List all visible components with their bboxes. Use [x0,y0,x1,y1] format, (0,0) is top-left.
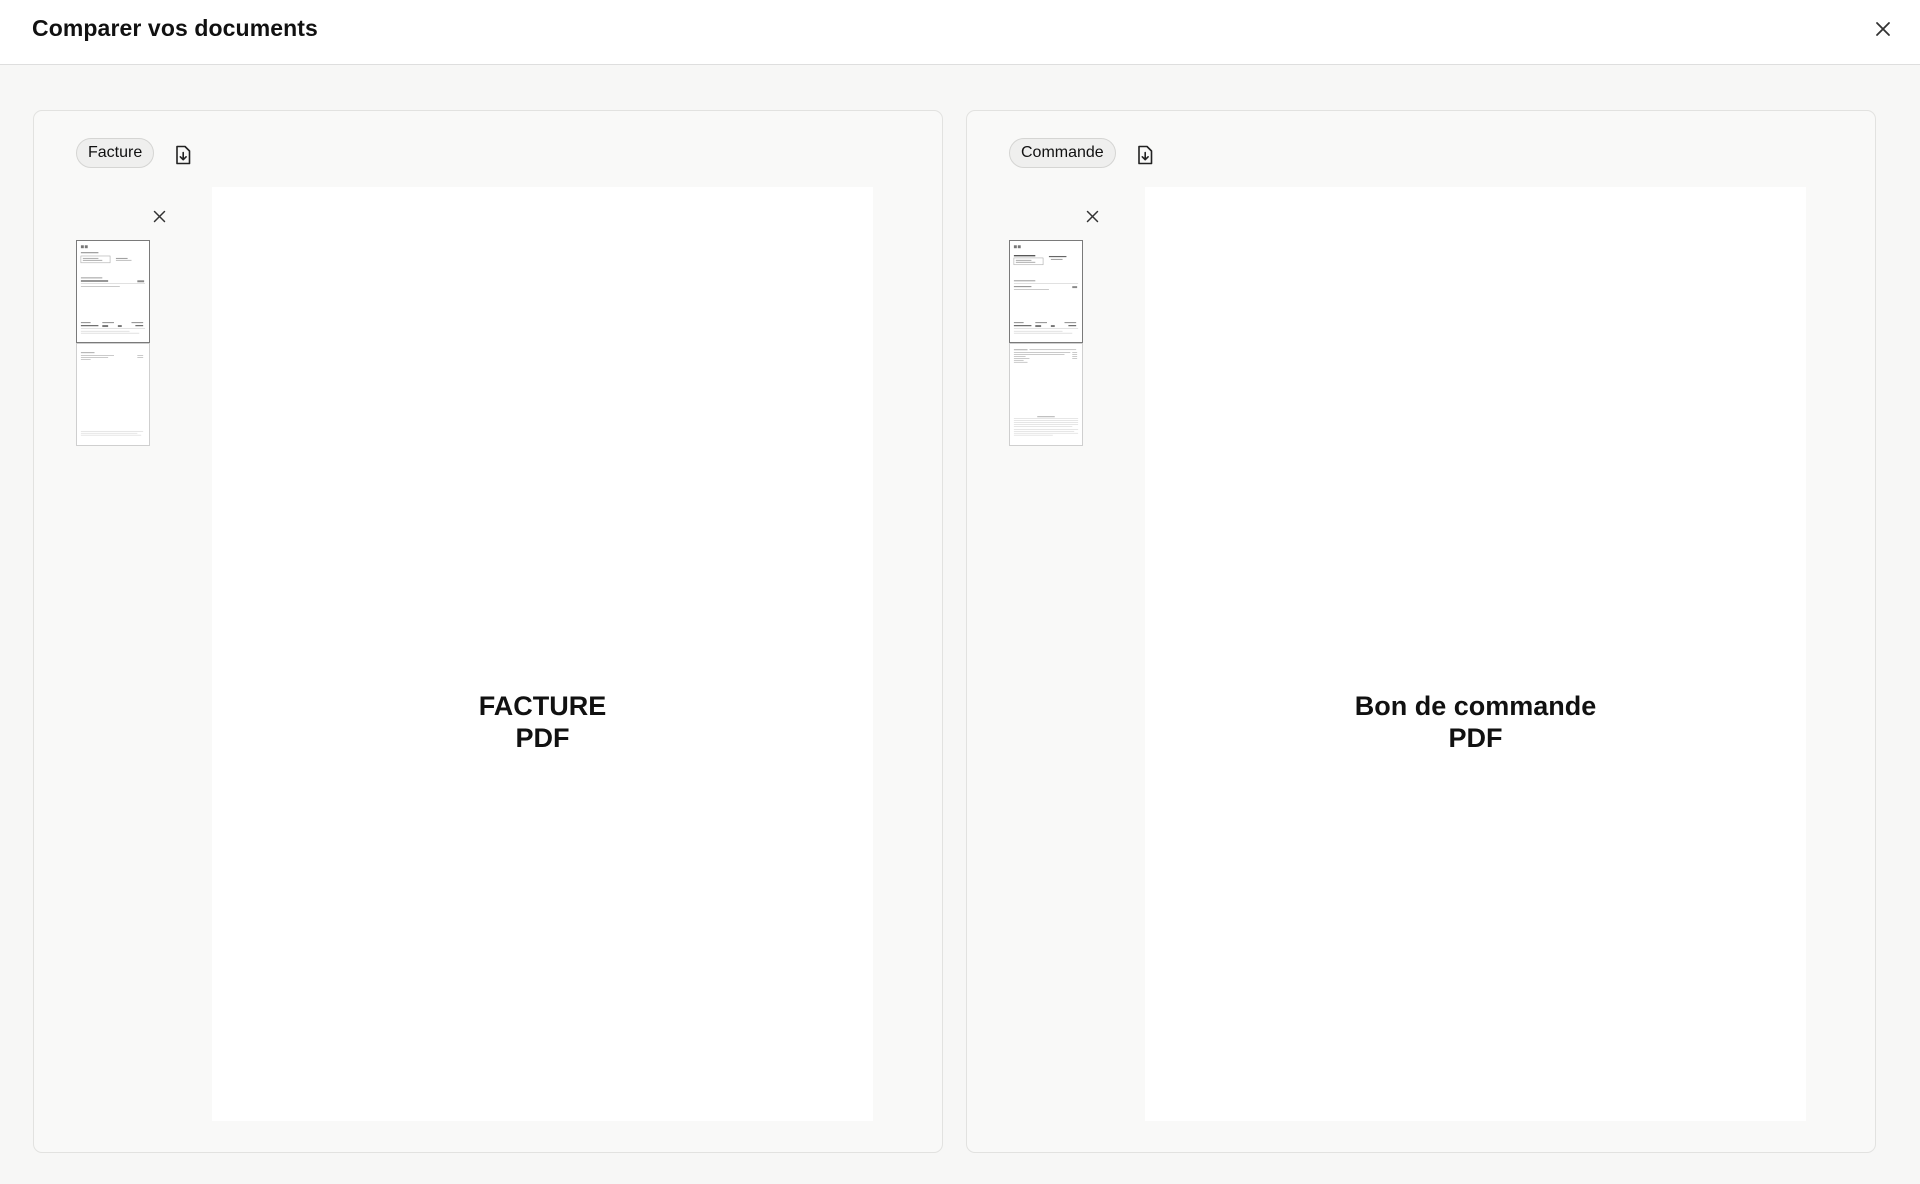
close-dialog-button[interactable] [1870,16,1896,42]
dialog-header: Comparer vos documents [0,0,1920,65]
page-thumbnail[interactable] [1009,343,1083,446]
document-viewer[interactable]: Bon de commande PDF [1145,187,1806,1121]
document-preview-title: Bon de commande [1354,691,1597,721]
close-thumbnails-button[interactable] [150,207,168,225]
dialog-title: Comparer vos documents [32,15,318,41]
document-preview-format: PDF [1448,723,1503,753]
document-panel-invoice: Facture FACTURE PDF [33,110,943,1153]
file-download-icon [1138,145,1153,165]
download-order-button[interactable] [1135,144,1155,166]
close-icon [1876,22,1890,36]
download-invoice-button[interactable] [173,144,193,166]
document-viewer[interactable]: FACTURE PDF [212,187,873,1121]
close-thumbnails-button[interactable] [1083,207,1101,225]
page-thumbnail-list [76,240,150,446]
close-icon [153,210,165,222]
document-preview-label: Bon de commande PDF [1145,690,1806,754]
document-tag-order[interactable]: Commande [1009,138,1116,168]
page-thumbnail[interactable] [76,343,150,446]
page-thumbnail[interactable] [1009,240,1083,343]
close-icon [1086,210,1098,222]
document-preview-title: FACTURE [478,691,607,721]
file-download-icon [176,145,191,165]
document-preview-label: FACTURE PDF [212,690,873,754]
page-thumbnail-list [1009,240,1083,446]
document-panel-order: Commande Bon de commande PDF [966,110,1876,1153]
document-preview-format: PDF [515,723,570,753]
document-tag-invoice[interactable]: Facture [76,138,155,168]
page-thumbnail[interactable] [76,240,150,343]
